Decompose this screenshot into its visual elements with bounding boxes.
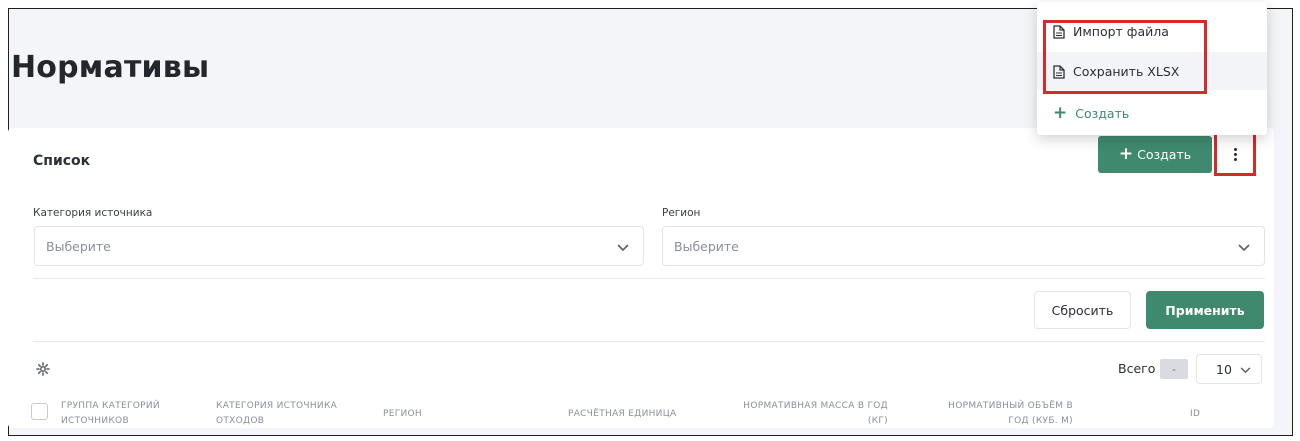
page-title: Нормативы <box>11 50 210 85</box>
column-header-source-group[interactable]: группа категорий источников <box>61 399 160 429</box>
chevron-down-icon <box>617 240 629 255</box>
column-header-norm-mass[interactable]: нормативная масса в год (кг) <box>708 399 888 429</box>
divider <box>33 278 1265 279</box>
menu-item-create[interactable]: + Создать <box>1053 105 1129 122</box>
plus-icon: + <box>1118 144 1134 164</box>
total-count-badge: - <box>1160 359 1188 379</box>
page-size-select[interactable]: 10 <box>1196 354 1262 384</box>
source-category-placeholder: Выберите <box>46 238 111 254</box>
gear-icon[interactable] <box>36 361 50 376</box>
region-label: Регион <box>662 207 701 219</box>
apply-button[interactable]: Применить <box>1146 291 1264 329</box>
reset-button[interactable]: Сбросить <box>1034 291 1131 329</box>
create-button[interactable]: + Создать <box>1098 136 1212 173</box>
region-select[interactable]: Выберите <box>662 226 1265 266</box>
page-size-value: 10 <box>1216 361 1232 377</box>
list-title: Список <box>33 153 91 169</box>
plus-icon: + <box>1053 103 1068 123</box>
menu-item-label: Создать <box>1075 106 1130 121</box>
total-label: Всего <box>1118 361 1156 376</box>
column-header-id[interactable]: id <box>1190 407 1200 422</box>
kebab-highlight-box <box>1214 131 1256 176</box>
column-header-source-category[interactable]: категория источника отходов <box>216 399 337 429</box>
column-header-calc-unit[interactable]: расчётная единица <box>568 407 676 422</box>
source-category-select[interactable]: Выберите <box>34 226 644 266</box>
divider <box>33 341 1265 342</box>
select-all-checkbox[interactable] <box>31 403 48 420</box>
create-button-label: Создать <box>1137 147 1192 162</box>
region-placeholder: Выберите <box>674 238 739 254</box>
chevron-down-icon <box>1240 362 1251 377</box>
table-header: группа категорий источников категория ист… <box>28 390 1274 434</box>
column-header-region[interactable]: регион <box>383 407 422 422</box>
source-category-label: Категория источника <box>33 207 153 219</box>
chevron-down-icon <box>1238 240 1250 255</box>
menu-highlight-box <box>1043 20 1207 94</box>
column-header-norm-volume[interactable]: нормативный объём в год (куб. м) <box>908 399 1073 429</box>
